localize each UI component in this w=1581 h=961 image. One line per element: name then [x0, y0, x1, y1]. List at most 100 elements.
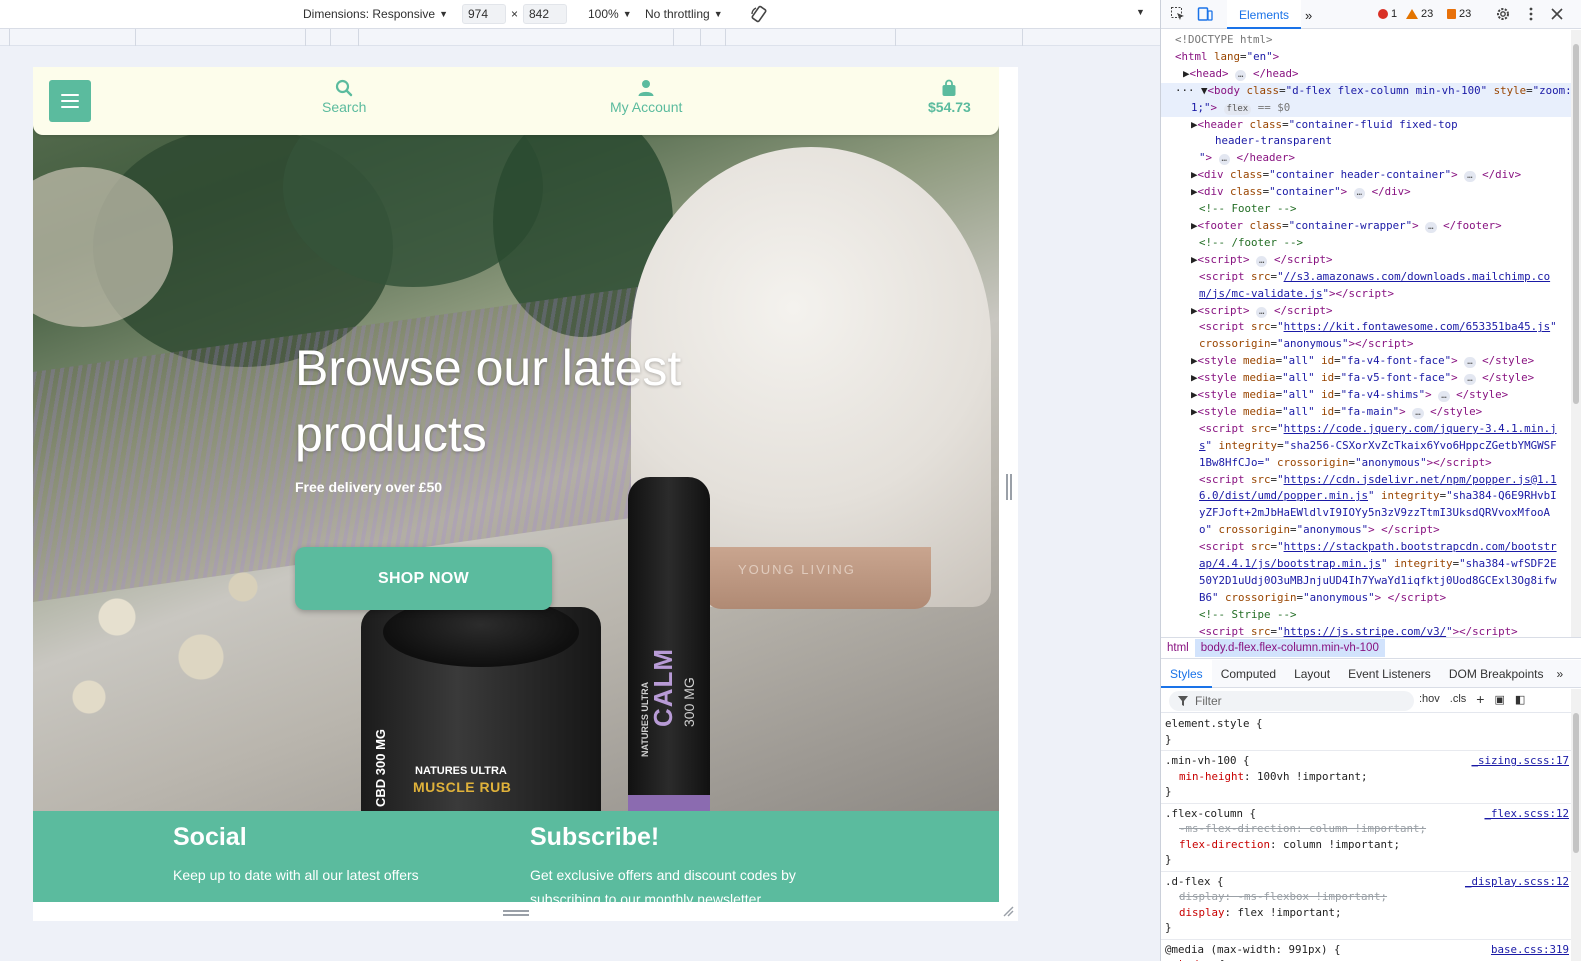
dom-node-line[interactable]: <script src="https://kit.fontawesome.com…: [1161, 319, 1571, 336]
gear-icon[interactable]: [1495, 6, 1511, 22]
tab-layout[interactable]: Layout: [1285, 660, 1339, 688]
dom-node-line[interactable]: ▶<head> … </head>: [1161, 66, 1571, 83]
dom-node-line[interactable]: <!-- Stripe -->: [1161, 607, 1571, 624]
dom-node-line[interactable]: ▶<script> … </script>: [1161, 303, 1571, 320]
nav-search[interactable]: Search: [322, 79, 366, 115]
jar-product: MUSCLE RUB: [413, 779, 512, 795]
dom-node-line[interactable]: 50Y2D1uUdj0O3uMBJnjuUD4Ih7YwaYd1iqfktj0U…: [1161, 573, 1571, 590]
dom-node-line[interactable]: ap/4.4.1/js/bootstrap.min.js" integrity=…: [1161, 556, 1571, 573]
tab-event-listeners[interactable]: Event Listeners: [1339, 660, 1440, 688]
paint-brush-icon[interactable]: ▣: [1494, 693, 1504, 706]
dom-node-line[interactable]: yZFJoft+2mJbHaEWldlvI9IOYy5n3zV9zzTtmI3U…: [1161, 505, 1571, 522]
dom-node-line[interactable]: ▶<script> … </script>: [1161, 252, 1571, 269]
dom-node-line[interactable]: s" integrity="sha256-CSXorXvZcTkaix6Yvo6…: [1161, 438, 1571, 455]
dom-node-line[interactable]: 1Bw8HfCJo=" crossorigin="anonymous"></sc…: [1161, 455, 1571, 472]
dom-node-line[interactable]: B6" crossorigin="anonymous"> </script>: [1161, 590, 1571, 607]
resize-handle-horizontal[interactable]: [503, 910, 529, 916]
class-toggle[interactable]: .cls: [1450, 693, 1467, 706]
dom-node-line[interactable]: 1;"> flex == $0: [1161, 99, 1571, 117]
css-declaration[interactable]: min-height: 100vh !important;: [1165, 769, 1567, 785]
css-rule[interactable]: .d-flex {_display.scss:12 display: -ms-fl…: [1161, 872, 1571, 940]
nav-my-account[interactable]: My Account: [610, 79, 682, 115]
tab-styles[interactable]: Styles: [1161, 659, 1212, 688]
height-input[interactable]: 842: [523, 4, 567, 24]
css-source-link[interactable]: _display.scss:12: [1465, 874, 1569, 890]
css-source-link[interactable]: _sizing.scss:17: [1471, 753, 1569, 769]
resize-handle-vertical[interactable]: [1006, 474, 1012, 500]
tab-computed[interactable]: Computed: [1212, 660, 1285, 688]
dom-node-line[interactable]: crossorigin="anonymous"></script>: [1161, 336, 1571, 353]
dom-node-line[interactable]: <html lang="en">: [1161, 49, 1571, 66]
dom-node-line[interactable]: "> … </header>: [1161, 150, 1571, 167]
inspect-element-icon[interactable]: [1170, 6, 1186, 22]
dom-node-line[interactable]: <!-- /footer -->: [1161, 235, 1571, 252]
hero-banner: YOUNG LIVING NATURES ULTRA MUSCLE RUB CB…: [33, 67, 999, 811]
dom-node-line[interactable]: ▶<style media="all" id="fa-v5-font-face"…: [1161, 370, 1571, 387]
dom-node-line[interactable]: ▶<div class="container"> … </div>: [1161, 184, 1571, 201]
rotate-icon[interactable]: [750, 5, 768, 23]
dom-node-line[interactable]: <script src="https://cdn.jsdelivr.net/np…: [1161, 472, 1571, 489]
tab-elements[interactable]: Elements: [1227, 0, 1302, 29]
kebab-menu-icon[interactable]: [1523, 6, 1539, 22]
width-input[interactable]: 974: [462, 4, 506, 24]
dom-node-line[interactable]: ▶<footer class="container-wrapper"> … </…: [1161, 218, 1571, 235]
css-declaration[interactable]: flex-direction: column !important;: [1165, 837, 1567, 853]
hover-state-toggle[interactable]: :hov: [1419, 693, 1440, 706]
dom-node-line[interactable]: ▶<style media="all" id="fa-main"> … </st…: [1161, 404, 1571, 421]
css-rule-close: }: [1165, 785, 1172, 798]
dom-node-line[interactable]: header-transparent: [1161, 133, 1571, 150]
css-declaration[interactable]: -ms-flex-direction: column !important;: [1165, 821, 1567, 837]
menu-toggle-button[interactable]: [49, 80, 91, 122]
breadcrumb-html[interactable]: html: [1161, 642, 1195, 654]
close-icon[interactable]: [1549, 6, 1565, 22]
dom-node-line[interactable]: <script src="https://js.stripe.com/v3/">…: [1161, 624, 1571, 637]
tab-dom-breakpoints[interactable]: DOM Breakpoints: [1440, 660, 1553, 688]
dom-node-line[interactable]: <script src="//s3.amazonaws.com/download…: [1161, 269, 1571, 286]
toggle-sidebar-icon[interactable]: ◧: [1515, 693, 1525, 706]
dom-node-line[interactable]: 6.0/dist/umd/popper.min.js" integrity="s…: [1161, 488, 1571, 505]
styles-filter-input[interactable]: Filter: [1169, 691, 1414, 711]
device-toggle-icon[interactable]: [1197, 6, 1213, 22]
dom-node-line[interactable]: <!DOCTYPE html>: [1161, 32, 1571, 49]
dom-node-line[interactable]: ··· ▼<body class="d-flex flex-column min…: [1161, 82, 1571, 100]
more-tabs-button[interactable]: »: [1553, 660, 1568, 688]
style-rules[interactable]: element.style {} .min-vh-100 {_sizing.scs…: [1161, 714, 1571, 961]
css-rule[interactable]: @media (max-width: 991px) {base.css:319b…: [1161, 940, 1571, 961]
dom-node-line[interactable]: m/js/mc-validate.js"></script>: [1161, 286, 1571, 303]
shop-now-button[interactable]: SHOP NOW: [295, 547, 552, 610]
warning-count[interactable]: 23: [1406, 8, 1433, 20]
dom-node-line[interactable]: <!-- Footer -->: [1161, 201, 1571, 218]
throttling-dropdown[interactable]: No throttling ▼: [645, 7, 723, 21]
css-source-link[interactable]: base.css:319: [1491, 942, 1569, 958]
zoom-dropdown[interactable]: 100% ▼: [588, 7, 632, 21]
dom-node-line[interactable]: ▶<header class="container-fluid fixed-to…: [1161, 117, 1571, 134]
dom-tree-scrollbar[interactable]: [1571, 30, 1581, 637]
dom-node-line[interactable]: <script src="https://code.jquery.com/jqu…: [1161, 421, 1571, 438]
css-declaration[interactable]: body: {: [1165, 957, 1567, 961]
dimensions-dropdown[interactable]: Dimensions: Responsive ▼: [303, 7, 448, 21]
throttling-label: No throttling: [645, 7, 710, 21]
more-tabs-button[interactable]: »: [1305, 8, 1312, 23]
resize-corner-icon[interactable]: [1002, 905, 1014, 917]
add-rule-icon[interactable]: +: [1476, 692, 1484, 706]
subscribe-heading: Subscribe!: [530, 823, 660, 851]
css-declaration[interactable]: display: flex !important;: [1165, 905, 1567, 921]
css-source-link[interactable]: _flex.scss:12: [1484, 806, 1569, 822]
dom-node-line[interactable]: ▶<style media="all" id="fa-v4-shims"> … …: [1161, 387, 1571, 404]
breadcrumb-body[interactable]: body.d-flex.flex-column.min-vh-100: [1194, 639, 1385, 657]
css-rule[interactable]: .flex-column {_flex.scss:12 -ms-flex-dire…: [1161, 804, 1571, 872]
toolbar-more-caret[interactable]: ▼: [1136, 7, 1145, 17]
dom-node-line[interactable]: <script src="https://stackpath.bootstrap…: [1161, 539, 1571, 556]
css-rule[interactable]: .min-vh-100 {_sizing.scss:17 min-height: …: [1161, 751, 1571, 804]
css-declaration[interactable]: display: -ms-flexbox !important;: [1165, 889, 1567, 905]
nav-cart[interactable]: $54.73: [928, 79, 971, 115]
dom-tree[interactable]: <!DOCTYPE html> <html lang="en"> ▶<head> ……: [1161, 30, 1571, 637]
issues-count[interactable]: 23: [1447, 8, 1471, 20]
css-rule[interactable]: element.style {}: [1161, 714, 1571, 751]
dom-node-line[interactable]: o" crossorigin="anonymous"> </script>: [1161, 522, 1571, 539]
dom-node-line[interactable]: ▶<div class="container header-container"…: [1161, 167, 1571, 184]
dom-node-line[interactable]: ▶<style media="all" id="fa-v4-font-face"…: [1161, 353, 1571, 370]
error-count[interactable]: 1: [1378, 8, 1397, 20]
caret-down-icon: ▼: [713, 9, 723, 19]
styles-scrollbar[interactable]: [1571, 689, 1581, 961]
